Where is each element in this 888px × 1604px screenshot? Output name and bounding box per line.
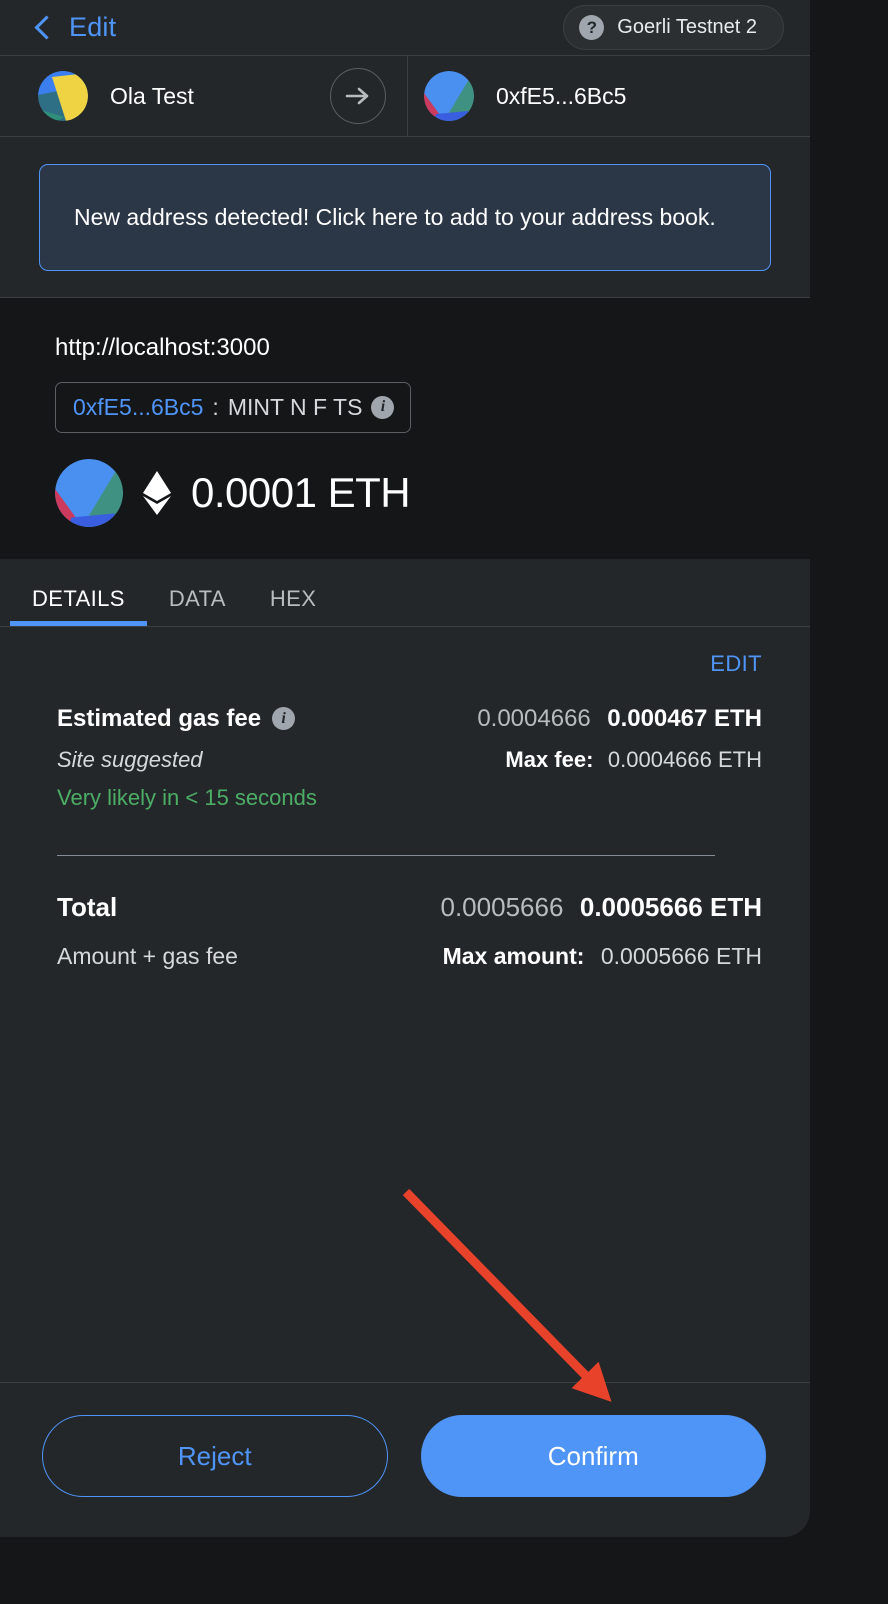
contract-separator: : xyxy=(212,393,219,420)
estimated-gas-fee-row: Estimated gas fee i 0.0004666 0.000467 E… xyxy=(57,705,762,733)
total-values: 0.0005666 0.0005666 ETH xyxy=(441,892,763,923)
accounts-divider-line xyxy=(407,56,408,136)
popup-header: Edit ? Goerli Testnet 2 xyxy=(0,0,810,55)
network-name-label: Goerli Testnet 2 xyxy=(617,16,757,38)
transfer-arrow xyxy=(330,68,386,124)
tab-data[interactable]: DATA xyxy=(147,586,248,626)
reject-button[interactable]: Reject xyxy=(42,1415,388,1497)
gas-fee-sub-row: Site suggested Max fee: 0.0004666 ETH xyxy=(57,747,762,773)
sender-avatar-icon xyxy=(38,71,88,121)
info-icon[interactable]: i xyxy=(371,395,395,419)
transaction-speed-text: Very likely in < 15 seconds xyxy=(57,784,317,810)
total-label: Total xyxy=(57,891,118,922)
recipient-account[interactable]: 0xfE5...6Bc5 xyxy=(386,71,626,121)
sender-account-name: Ola Test xyxy=(110,82,194,109)
gas-fee-fiat-value: 0.0004666 xyxy=(477,704,591,732)
tab-hex[interactable]: HEX xyxy=(248,586,338,626)
back-edit-label: Edit xyxy=(69,12,117,42)
max-amount-group: Max amount: 0.0005666 ETH xyxy=(443,943,762,970)
detail-tabs: DETAILS DATA HEX xyxy=(0,558,810,627)
confirm-button[interactable]: Confirm xyxy=(420,1415,766,1497)
chevron-left-icon xyxy=(34,15,59,40)
gas-fee-native-value: 0.000467 ETH xyxy=(607,704,762,732)
ethereum-diamond-icon xyxy=(143,470,171,515)
contract-method-name: MINT N F TS xyxy=(227,393,363,420)
amount-row: 0.0001 ETH xyxy=(55,458,810,527)
arrow-right-icon xyxy=(345,87,369,105)
details-divider xyxy=(57,854,715,856)
info-icon[interactable]: i xyxy=(272,707,296,731)
site-suggested-label: Site suggested xyxy=(57,746,203,772)
sender-account[interactable]: Ola Test xyxy=(0,71,330,121)
amount-value: 0.0001 ETH xyxy=(191,468,411,516)
amount-avatar-icon xyxy=(55,458,123,527)
origin-section: http://localhost:3000 0xfE5...6Bc5 : MIN… xyxy=(0,297,810,559)
total-fiat-value: 0.0005666 xyxy=(440,891,564,922)
estimated-gas-fee-label: Estimated gas fee xyxy=(57,704,262,732)
details-panel: EDIT Estimated gas fee i 0.0004666 0.000… xyxy=(0,627,810,1382)
max-amount-label: Max amount: xyxy=(442,942,585,969)
new-address-banner[interactable]: New address detected! Click here to add … xyxy=(39,164,771,271)
tab-details[interactable]: DETAILS xyxy=(10,586,147,626)
total-native-value: 0.0005666 ETH xyxy=(579,891,762,922)
total-row: Total 0.0005666 0.0005666 ETH xyxy=(57,892,762,923)
network-selector[interactable]: ? Goerli Testnet 2 xyxy=(563,5,784,50)
max-fee-value: 0.0004666 ETH xyxy=(607,746,762,772)
arrow-circle xyxy=(330,68,386,124)
amount-plus-gas-row: Amount + gas fee Max amount: 0.0005666 E… xyxy=(57,943,762,970)
back-edit-button[interactable]: Edit xyxy=(34,12,116,43)
transaction-confirmation-popup: Edit ? Goerli Testnet 2 Ola Test 0xfE5..… xyxy=(0,0,810,1537)
max-fee-group: Max fee: 0.0004666 ETH xyxy=(505,747,762,773)
origin-url: http://localhost:3000 xyxy=(55,333,270,361)
action-footer: Reject Confirm xyxy=(0,1382,810,1537)
amount-plus-gas-label: Amount + gas fee xyxy=(57,942,238,969)
banner-zone: New address detected! Click here to add … xyxy=(0,137,810,298)
edit-gas-link[interactable]: EDIT xyxy=(710,651,762,677)
max-amount-value: 0.0005666 ETH xyxy=(600,942,762,969)
contract-address: 0xfE5...6Bc5 xyxy=(73,393,204,420)
max-fee-label: Max fee: xyxy=(505,746,594,772)
contract-pill[interactable]: 0xfE5...6Bc5 : MINT N F TS i xyxy=(55,381,412,433)
recipient-account-name: 0xfE5...6Bc5 xyxy=(496,82,627,109)
recipient-avatar-icon xyxy=(424,71,474,121)
edit-row: EDIT xyxy=(57,651,762,677)
question-mark-icon: ? xyxy=(579,15,605,40)
estimated-gas-fee-label-group: Estimated gas fee i xyxy=(57,704,296,733)
estimated-gas-fee-values: 0.0004666 0.000467 ETH xyxy=(477,705,762,733)
accounts-row: Ola Test 0xfE5...6Bc5 xyxy=(0,55,810,137)
